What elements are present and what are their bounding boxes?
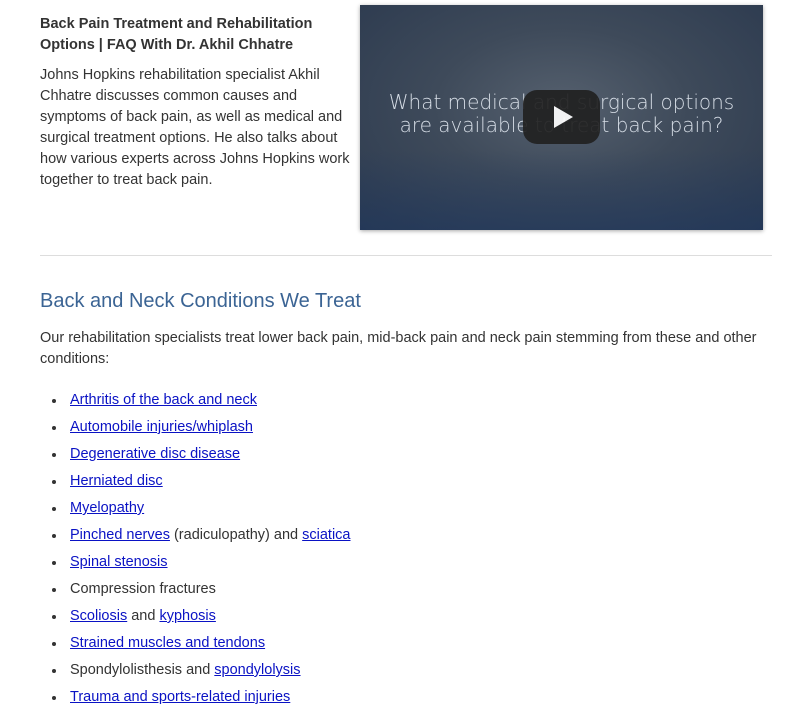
condition-link[interactable]: Myelopathy [70, 500, 144, 516]
video-block: Back Pain Treatment and Rehabilitation O… [40, 5, 770, 234]
condition-list-item: Automobile injuries/whiplash [52, 417, 351, 444]
condition-link[interactable]: Automobile injuries/whiplash [70, 419, 253, 435]
condition-list-item: Arthritis of the back and neck [52, 390, 351, 417]
section-intro: Our rehabilitation specialists treat low… [40, 330, 757, 367]
section-heading: Back and Neck Conditions We Treat [40, 290, 361, 312]
condition-list-item: Scoliosis and kyphosis [52, 606, 351, 633]
condition-link[interactable]: Spinal stenosis [70, 554, 168, 570]
condition-link[interactable]: Degenerative disc disease [70, 446, 240, 462]
condition-text: and [127, 608, 160, 624]
condition-link[interactable]: Trauma and sports-related injuries [70, 689, 290, 705]
condition-list-item: Compression fractures [52, 579, 351, 606]
condition-link[interactable]: kyphosis [159, 608, 215, 624]
condition-list-item: Degenerative disc disease [52, 444, 351, 471]
video-player[interactable]: What medical and surgical options are av… [360, 5, 763, 230]
conditions-list: Arthritis of the back and neck Automobile… [52, 390, 351, 709]
video-title: Back Pain Treatment and Rehabilitation O… [40, 16, 313, 53]
play-icon [554, 106, 573, 128]
video-description: Johns Hopkins rehabilitation specialist … [40, 67, 350, 188]
condition-link[interactable]: Pinched nerves [70, 527, 170, 543]
condition-text: (radiculopathy) and [169, 527, 303, 543]
condition-list-item: Myelopathy [52, 498, 351, 525]
condition-list-item: Herniated disc [52, 471, 351, 498]
condition-link[interactable]: sciatica [302, 527, 350, 543]
section-divider [40, 255, 772, 256]
condition-link[interactable]: Herniated disc [70, 473, 163, 489]
condition-link[interactable]: Arthritis of the back and neck [70, 392, 257, 408]
condition-link[interactable]: Strained muscles and tendons [70, 635, 265, 651]
condition-list-item: Strained muscles and tendons [52, 633, 351, 660]
condition-link[interactable]: spondylolysis [214, 662, 300, 678]
play-button[interactable] [523, 90, 600, 144]
condition-link[interactable]: Scoliosis [70, 608, 127, 624]
condition-list-item: Spinal stenosis [52, 552, 351, 579]
condition-text: Spondylolisthesis and [70, 662, 215, 678]
condition-list-item: Pinched nerves (radiculopathy) and sciat… [52, 525, 351, 552]
condition-list-item: Spondylolisthesis and spondylolysis [52, 660, 351, 687]
condition-text: Compression fractures [70, 581, 216, 597]
condition-list-item: Trauma and sports-related injuries [52, 687, 351, 709]
